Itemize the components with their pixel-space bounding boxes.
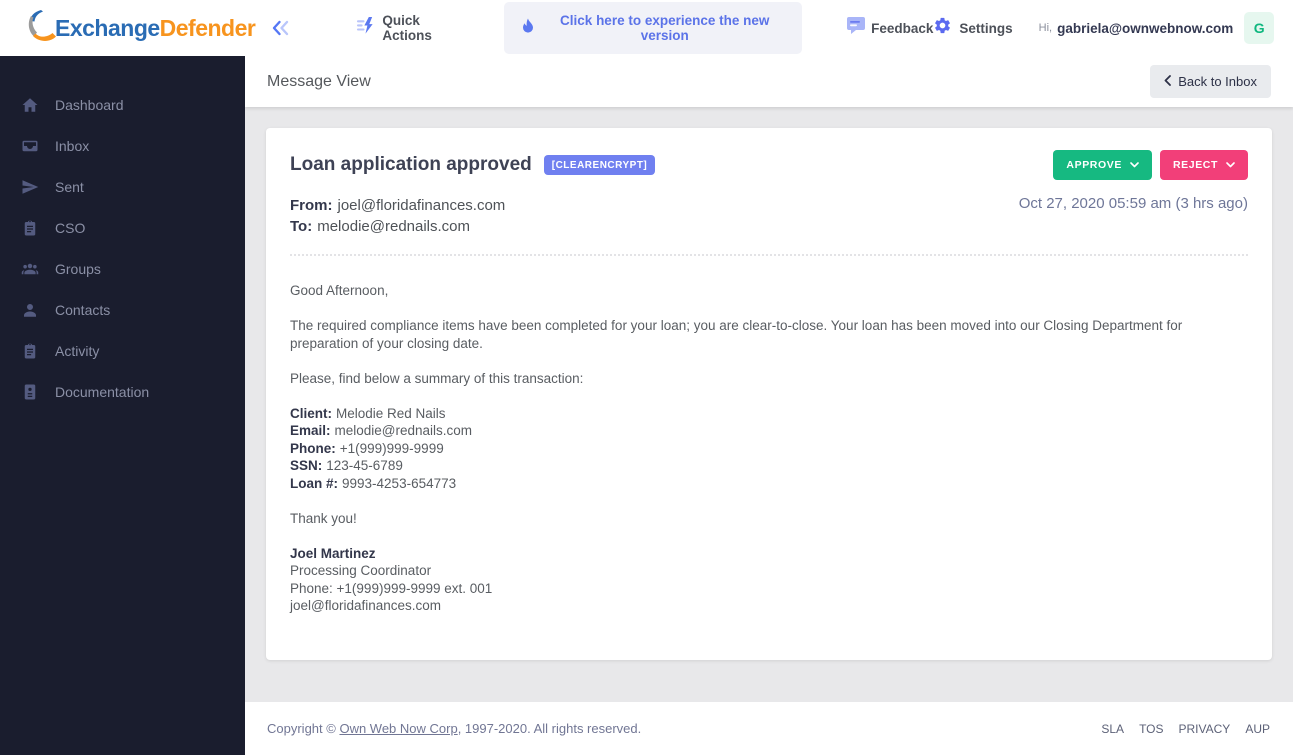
chat-bubble-icon — [846, 16, 866, 40]
to-line: To: melodie@rednails.com — [290, 216, 505, 237]
dotted-separator — [290, 254, 1248, 256]
sidebar-item-label: CSO — [55, 219, 86, 236]
new-version-button[interactable]: Click here to experience the new version — [504, 2, 803, 54]
detail-line: Loan #: 9993-4253-654773 — [290, 475, 457, 491]
gear-icon — [933, 16, 952, 40]
from-value: joel@floridafinances.com — [337, 197, 506, 214]
top-bar: ExchangeDefender Quick Actions Click her… — [0, 0, 1293, 56]
sidebar-item-label: Groups — [55, 260, 101, 277]
signature-line: Processing Coordinator — [290, 563, 432, 578]
users-icon — [21, 260, 39, 278]
to-value: melodie@rednails.com — [317, 218, 471, 235]
home-icon — [21, 96, 39, 114]
chevron-left-icon — [1164, 74, 1172, 89]
back-to-inbox-button[interactable]: Back to Inbox — [1150, 65, 1271, 98]
body-paragraph: Please, find below a summary of this tra… — [290, 370, 584, 386]
sidebar-item-contacts[interactable]: Contacts — [0, 289, 245, 330]
footer-link-tos[interactable]: TOS — [1139, 722, 1163, 736]
footer-link-privacy[interactable]: PRIVACY — [1179, 722, 1231, 736]
from-line: From: joel@floridafinances.com — [290, 195, 505, 216]
footer-link-aup[interactable]: AUP — [1245, 722, 1270, 736]
quick-actions-label: Quick Actions — [382, 13, 432, 43]
page-title: Message View — [267, 72, 371, 90]
inbox-icon — [21, 137, 39, 155]
sidebar-item-label: Contacts — [55, 301, 111, 318]
quick-actions-bolt-icon — [356, 16, 375, 40]
clearencrypt-badge: [CLEARENCRYPT] — [543, 155, 656, 175]
send-icon — [21, 178, 39, 196]
main-area: Message View Back to Inbox Loan applicat… — [245, 56, 1293, 755]
chevron-down-icon — [1130, 159, 1139, 171]
logo-text: ExchangeDefender — [55, 14, 256, 41]
sidebar-item-inbox[interactable]: Inbox — [0, 125, 245, 166]
sidebar-item-groups[interactable]: Groups — [0, 248, 245, 289]
transaction-details: Client: Melodie Red Nails Email: melodie@r… — [290, 405, 1248, 493]
chevron-down-icon — [1226, 159, 1235, 171]
greeting-text: Hi, — [1038, 22, 1053, 34]
sidebar-item-dashboard[interactable]: Dashboard — [0, 84, 245, 125]
settings-label: Settings — [959, 20, 1013, 36]
sidebar-item-label: Activity — [55, 342, 100, 359]
new-version-label: Click here to experience the new version — [560, 13, 770, 43]
signature-line: joel@floridafinances.com — [290, 598, 442, 613]
signature-block: Joel Martinez Processing Coordinator Pho… — [290, 545, 1248, 615]
signature-line: Phone: +1(999)999-9999 ext. 001 — [290, 580, 493, 596]
body-closing: Thank you! — [290, 510, 357, 526]
company-link[interactable]: Own Web Now Corp — [339, 721, 457, 736]
action-buttons: APPROVE REJECT — [1053, 150, 1248, 180]
reject-label: REJECT — [1172, 159, 1218, 171]
feedback-button[interactable]: Feedback — [846, 16, 933, 40]
sidebar-item-label: Documentation — [55, 383, 150, 400]
quick-actions-button[interactable]: Quick Actions — [356, 13, 464, 43]
signature-name: Joel Martinez — [290, 545, 376, 561]
body-paragraph: The required compliance items have been … — [290, 318, 1183, 351]
body-greeting: Good Afternoon, — [290, 283, 389, 298]
feedback-label: Feedback — [871, 20, 934, 36]
detail-line: Client: Melodie Red Nails — [290, 405, 446, 421]
user-email[interactable]: gabriela@ownwebnow.com — [1057, 21, 1233, 36]
from-label: From: — [290, 197, 333, 214]
sidebar-item-label: Sent — [55, 178, 84, 195]
person-icon — [21, 301, 39, 319]
flame-icon — [521, 18, 535, 38]
subject-row: Loan application approved [CLEARENCRYPT]… — [290, 150, 1248, 180]
sidebar-item-sent[interactable]: Sent — [0, 166, 245, 207]
detail-line: Email: melodie@rednails.com — [290, 423, 473, 438]
copyright-text: Copyright © Own Web Now Corp, 1997-2020.… — [267, 721, 642, 736]
approve-button[interactable]: APPROVE — [1053, 150, 1152, 180]
clipboard-icon — [21, 342, 39, 360]
page-header-bar: Message View Back to Inbox — [245, 56, 1293, 107]
sidebar-collapse-icon[interactable] — [271, 20, 290, 36]
sidebar-item-cso[interactable]: CSO — [0, 207, 245, 248]
back-to-inbox-label: Back to Inbox — [1178, 74, 1257, 89]
message-date: Oct 27, 2020 05:59 am (3 hrs ago) — [1018, 195, 1248, 212]
footer-links: SLA TOS PRIVACY AUP — [1101, 722, 1270, 736]
avatar[interactable]: G — [1244, 12, 1274, 44]
approve-label: APPROVE — [1066, 159, 1122, 171]
sidebar-item-label: Inbox — [55, 137, 90, 154]
sidebar: Dashboard Inbox Sent CSO Groups Contacts — [0, 56, 245, 755]
settings-button[interactable]: Settings — [933, 16, 1013, 40]
sidebar-item-label: Dashboard — [55, 96, 124, 113]
footer-link-sla[interactable]: SLA — [1101, 722, 1124, 736]
exchangedefender-logo[interactable]: ExchangeDefender — [25, 8, 256, 49]
to-label: To: — [290, 218, 313, 235]
message-body: Good Afternoon, The required compliance … — [290, 282, 1248, 615]
logo-swoosh-icon — [25, 8, 59, 49]
message-card: Loan application approved [CLEARENCRYPT]… — [266, 128, 1272, 660]
content-area: Loan application approved [CLEARENCRYPT]… — [245, 107, 1293, 702]
message-subject: Loan application approved — [290, 154, 532, 175]
footer: Copyright © Own Web Now Corp, 1997-2020.… — [245, 702, 1293, 755]
clipboard-icon — [21, 219, 39, 237]
sidebar-item-documentation[interactable]: Documentation — [0, 371, 245, 412]
address-block: From: joel@floridafinances.com To: melodie… — [290, 195, 505, 237]
detail-line: SSN: 123-45-6789 — [290, 458, 403, 473]
reject-button[interactable]: REJECT — [1159, 150, 1248, 180]
sidebar-item-activity[interactable]: Activity — [0, 330, 245, 371]
id-badge-icon — [21, 383, 39, 401]
detail-line: Phone: +1(999)999-9999 — [290, 440, 444, 456]
message-meta: From: joel@floridafinances.com To: melodie… — [290, 195, 1248, 237]
